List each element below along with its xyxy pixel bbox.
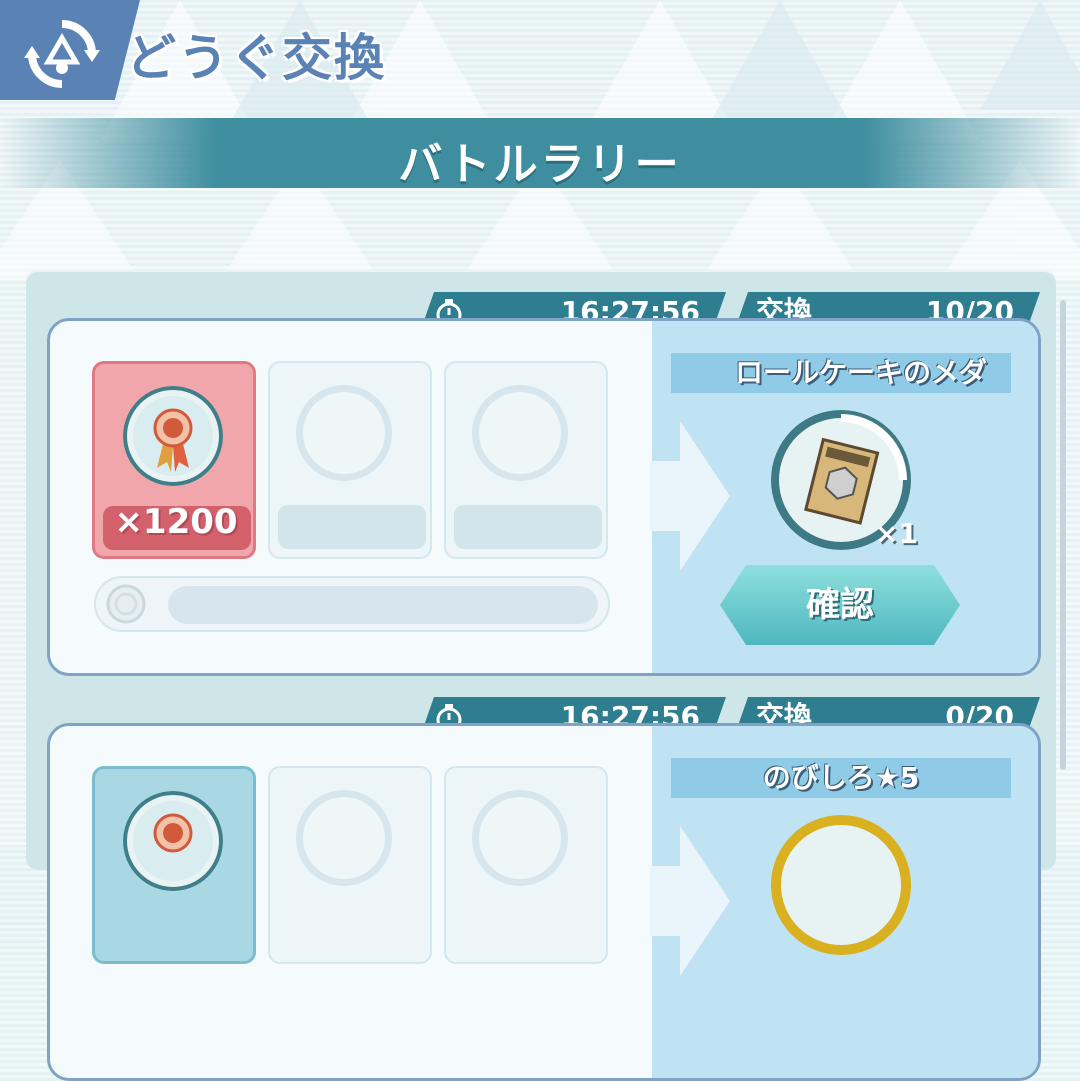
exchange-icon <box>24 20 100 88</box>
page-title: どうぐ交換 <box>126 29 386 87</box>
coin-cost-row <box>94 576 610 632</box>
cost-quantity: ×1200 <box>114 502 238 542</box>
empty-slot-circle <box>472 385 568 481</box>
reward-name: のびしろ★5 <box>671 758 1011 798</box>
medal-icon <box>123 386 223 486</box>
cost-slot-medal[interactable]: ×1200 <box>92 361 256 559</box>
coin-icon <box>106 584 146 624</box>
medal-icon <box>123 791 223 891</box>
empty-qty-bar <box>454 505 602 549</box>
reward-quantity: ×1 <box>875 517 918 550</box>
cost-slot-empty <box>444 361 608 559</box>
empty-slot-circle <box>296 385 392 481</box>
exchange-card: のびしろ★5 <box>47 723 1041 1081</box>
exchange-card: ×1200 ロールケーキのメダ ×1 確認 <box>47 318 1041 676</box>
section-title: バトルラリー <box>398 139 682 190</box>
cost-slot-medal[interactable] <box>92 766 256 964</box>
empty-slot-circle <box>296 790 392 886</box>
cost-slot-empty <box>268 766 432 964</box>
arrow-right-icon <box>650 421 730 571</box>
cost-slot-empty <box>268 361 432 559</box>
reward-item-icon[interactable] <box>766 810 916 960</box>
empty-qty-bar <box>278 505 426 549</box>
reward-name: ロールケーキのメダ <box>671 353 1011 393</box>
arrow-right-icon <box>650 826 730 976</box>
coin-cost-bar <box>168 586 598 624</box>
scrollbar[interactable] <box>1060 300 1066 770</box>
cost-slot-empty <box>444 766 608 964</box>
empty-slot-circle <box>472 790 568 886</box>
confirm-button[interactable]: 確認 <box>720 565 960 645</box>
